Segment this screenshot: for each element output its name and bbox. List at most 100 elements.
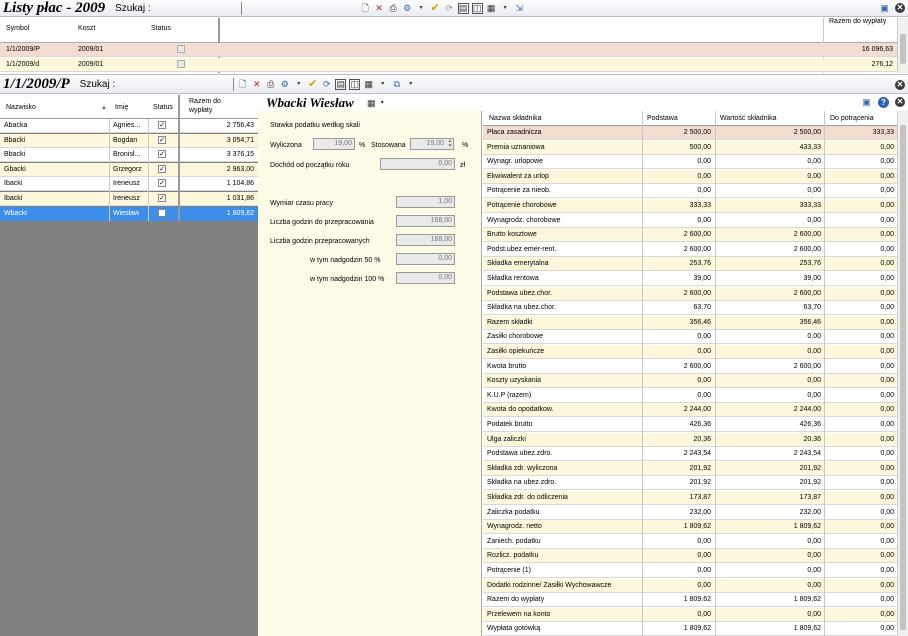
calculator-icon[interactable]: ▣ xyxy=(861,97,872,108)
table-row[interactable]: Kwota do opodatkow. 2 244,00 2 244,00 0,… xyxy=(483,403,897,418)
table-row[interactable]: Razem do wypłaty 1 809,62 1 809,62 0,00 xyxy=(483,593,897,608)
view-list-icon[interactable]: ▤ xyxy=(335,78,347,90)
table-row[interactable]: Wynagrodz. netto 1 809,62 1 809,62 0,00 xyxy=(483,520,897,535)
status-checkbox[interactable]: ✓ xyxy=(158,179,166,188)
top-list-scrollbar[interactable] xyxy=(897,18,908,73)
column-header-status[interactable]: Status xyxy=(148,22,174,36)
table-row[interactable]: Potrącenie za nieob. 0,00 0,00 0,00 xyxy=(483,184,897,199)
table-icon[interactable]: ▦ xyxy=(363,79,374,90)
refresh-icon[interactable]: ⟳ xyxy=(321,79,332,90)
status-checkbox[interactable]: ✓ xyxy=(158,164,166,173)
column-header-status[interactable]: Status xyxy=(150,101,176,115)
table-row[interactable]: Rozlicz. podatku 0,00 0,00 0,00 xyxy=(483,549,897,564)
options-icon[interactable]: ⚙ xyxy=(402,3,413,14)
column-header-nazwa[interactable]: Nazwa składnika xyxy=(486,112,545,125)
chevron-down-icon[interactable]: ▾ xyxy=(377,98,388,109)
table-row[interactable]: Premia uznaniowa 500,00 433,33 0,00 xyxy=(483,140,897,155)
table-row[interactable]: Dodatki rodzinne/ Zasiłki Wychowawcze 0,… xyxy=(483,578,897,593)
table-row[interactable]: Zasiłki opiekuńcze 0,00 0,00 0,00 xyxy=(483,345,897,359)
overtime-100-field[interactable]: 0,00 xyxy=(396,272,455,284)
scrollbar-thumb[interactable] xyxy=(900,125,906,630)
table-row[interactable]: Gbacki Grzegorz ✓ 2 963,00 xyxy=(0,162,258,177)
status-checkbox[interactable]: ✓ xyxy=(158,208,166,217)
table-row[interactable]: Wynagr. urlopowe 0,00 0,00 0,00 xyxy=(483,155,897,170)
table-row[interactable]: Ulga zaliczki 20,36 20,36 0,00 xyxy=(483,432,897,447)
column-header-razem[interactable]: Razem do wypłaty xyxy=(186,95,246,115)
column-header-do-potracenia[interactable]: Do potrącenia xyxy=(827,112,877,125)
print-icon[interactable]: ⎙ xyxy=(388,3,399,14)
table-row[interactable]: Brutto kosztowe 2 600,00 2 600,00 0,00 xyxy=(483,228,897,243)
table-row[interactable]: Składka rentowa 39,00 39,00 0,00 xyxy=(483,272,897,286)
column-header-symbol[interactable]: Symbol xyxy=(3,22,32,36)
close-icon[interactable]: ✕ xyxy=(895,80,905,90)
table-row[interactable]: Podatek brutto 426,36 426,36 0,00 xyxy=(483,418,897,432)
table-row[interactable]: Kwota brutto 2 600,00 2 600,00 0,00 xyxy=(483,359,897,374)
table-row[interactable]: Wynagrodz. chorobowe 0,00 0,00 0,00 xyxy=(483,213,897,228)
table-row[interactable]: Koszty uzyskania 0,00 0,00 0,00 xyxy=(483,374,897,389)
table-row[interactable]: Ekwiwalent za urlop 0,00 0,00 0,00 xyxy=(483,169,897,184)
table-row[interactable]: Wbacki Wiesław ✓ 1 809,62 xyxy=(0,206,258,221)
table-row[interactable]: Wypłata gotówką 1 809,62 1 809,62 0,00 xyxy=(483,622,897,636)
delete-icon[interactable]: ✕ xyxy=(251,79,262,90)
table-row[interactable]: Składka na ubez.zdro. 201,92 201,92 0,00 xyxy=(483,476,897,491)
hours-required-field[interactable]: 168,00 xyxy=(396,215,455,227)
status-checkbox[interactable] xyxy=(177,45,185,53)
chevron-down-icon[interactable]: ▾ xyxy=(405,79,416,90)
column-header-nazwisko[interactable]: Nazwisko xyxy=(3,101,39,115)
table-row[interactable]: Bbacki Bogdan ✓ 3 054,71 xyxy=(0,133,258,148)
approve-check-icon[interactable]: ✔ xyxy=(307,78,318,90)
column-header-koszt[interactable]: Koszt xyxy=(75,22,99,36)
table-row[interactable]: Składka zdr. wyliczona 201,92 201,92 0,0… xyxy=(483,461,897,476)
chevron-down-icon[interactable]: ▾ xyxy=(377,79,388,90)
table-row[interactable]: Płaca zasadnicza 2 500,00 2 500,00 333,3… xyxy=(483,126,897,140)
column-header-imie[interactable]: Imię xyxy=(112,101,131,115)
calculated-rate-field[interactable]: 19,00 xyxy=(313,138,355,150)
status-checkbox[interactable]: ✓ xyxy=(158,135,166,144)
new-document-icon[interactable]: 🗋 xyxy=(360,3,371,14)
table-icon[interactable]: ▦ xyxy=(366,98,377,109)
table-row[interactable]: Razem składki 356,46 356,46 0,00 xyxy=(483,315,897,330)
help-icon[interactable]: ? xyxy=(878,97,889,108)
work-time-field[interactable]: 1,00 xyxy=(396,196,455,208)
table-row[interactable]: Potrącenie (1) 0,00 0,00 0,00 xyxy=(483,564,897,578)
table-row[interactable]: Potrącenie chorobowe 333,33 333,33 0,00 xyxy=(483,199,897,213)
refresh-icon[interactable]: ⟳ xyxy=(444,3,455,14)
status-checkbox[interactable]: ✓ xyxy=(158,150,166,159)
view-list-icon[interactable]: ▤ xyxy=(457,2,469,14)
column-header-podstawa[interactable]: Podstawa xyxy=(644,112,681,125)
table-row[interactable]: Ibacki Ireneusz ✓ 1 104,86 xyxy=(0,177,258,192)
table-row[interactable]: Składka emerytalna 253,76 253,76 0,00 xyxy=(483,257,897,272)
print-icon[interactable]: ⎙ xyxy=(265,79,276,90)
close-icon[interactable]: ✕ xyxy=(895,97,905,107)
chevron-down-icon[interactable]: ▾ xyxy=(293,79,304,90)
view-split-icon[interactable]: ◫ xyxy=(349,78,361,90)
delete-icon[interactable]: ✕ xyxy=(374,3,385,14)
table-row[interactable]: Podstawa ubez.chor. 2 600,00 2 600,00 0,… xyxy=(483,286,897,301)
components-scrollbar[interactable] xyxy=(897,111,908,636)
table-row[interactable]: Zaliczka podatku 232,00 232,00 0,00 xyxy=(483,505,897,520)
table-row[interactable]: Podst.ubez emer-rent. 2 600,00 2 600,00 … xyxy=(483,242,897,257)
table-row[interactable]: Bbacki Bronisł... ✓ 3 376,15 xyxy=(0,148,258,163)
income-ytd-field[interactable]: 0,00 xyxy=(380,158,455,170)
status-checkbox[interactable] xyxy=(177,60,185,68)
view-split-icon[interactable]: ◫ xyxy=(471,2,483,14)
table-row[interactable]: Ibacki Ireneusz ✓ 1 031,86 xyxy=(0,192,258,206)
status-checkbox[interactable]: ✓ xyxy=(158,194,166,202)
table-row[interactable]: Składka zdr. do odliczenia 173,87 173,87… xyxy=(483,491,897,505)
table-row[interactable]: Składka na ubez.chor. 63,70 63,70 0,00 xyxy=(483,301,897,316)
search-input[interactable] xyxy=(240,1,242,15)
table-row[interactable]: Zaniech. podatku 0,00 0,00 0,00 xyxy=(483,534,897,549)
table-row[interactable]: Podstawa ubez.zdro. 2 243,54 2 243,54 0,… xyxy=(483,447,897,462)
new-document-icon[interactable]: 🗋 xyxy=(237,79,248,90)
calculator-icon[interactable]: ▣ xyxy=(879,3,890,14)
table-row[interactable]: Zasiłki chorobowe 0,00 0,00 0,00 xyxy=(483,330,897,345)
hours-worked-field[interactable]: 168,00 xyxy=(396,234,455,246)
export-icon[interactable]: ⇲ xyxy=(514,3,525,14)
options-icon[interactable]: ⚙ xyxy=(279,79,290,90)
column-header-razem[interactable]: Razem do wypłaty xyxy=(826,18,896,26)
table-row[interactable]: 1/1/2009/P 2009/01 16 096,63 xyxy=(0,43,897,57)
column-header-wartosc[interactable]: Wartość składnika xyxy=(717,112,780,125)
table-row[interactable]: 1/1/2009/d 2009/01 276,12 xyxy=(0,58,897,72)
table-row[interactable]: K.U.P (razem) 0,00 0,00 0,00 xyxy=(483,388,897,403)
overtime-50-field[interactable]: 0,00 xyxy=(396,253,455,265)
